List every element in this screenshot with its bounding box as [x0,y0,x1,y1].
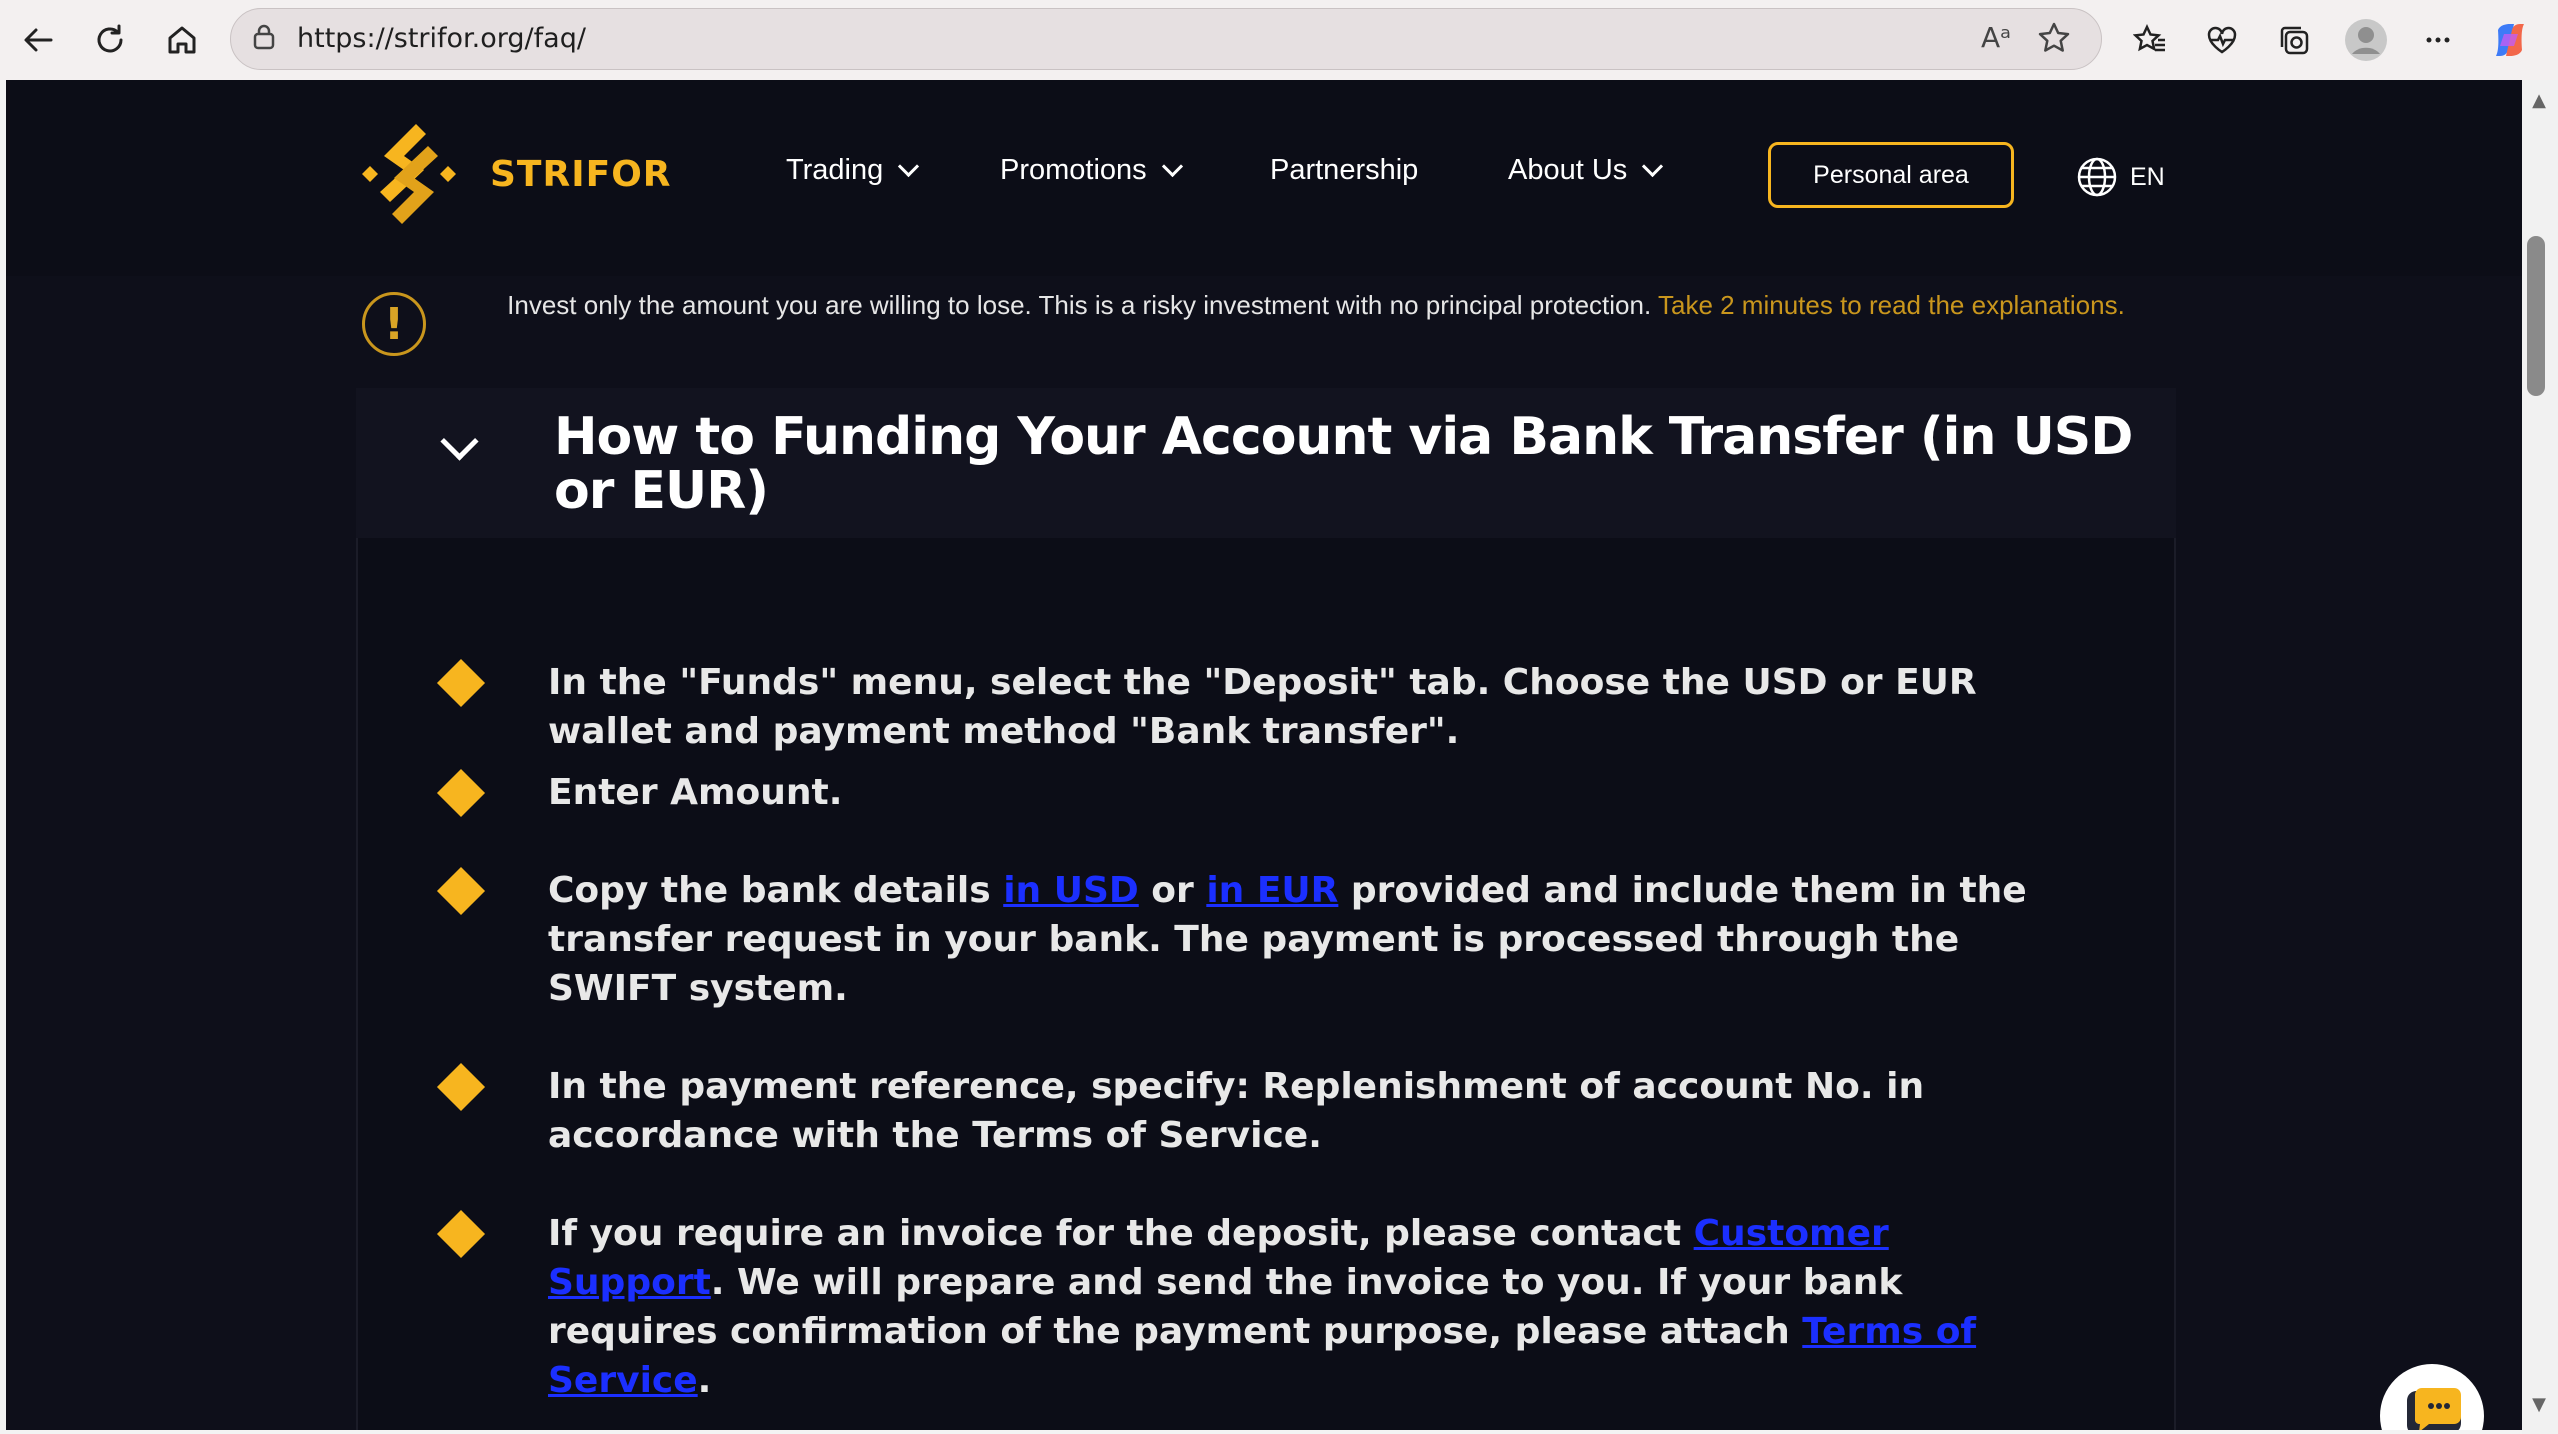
page-viewport: STRIFOR Trading Promotions Partnership A… [6,80,2522,1430]
list-item: In the "Funds" menu, select the "Deposit… [436,658,2068,756]
personal-area-button[interactable]: Personal area [1768,142,2014,208]
chevron-down-icon [898,155,920,178]
menu-trading-label: Trading [786,154,884,186]
bank-details-eur-link[interactable]: in EUR [1206,870,1338,911]
menu-promotions-label: Promotions [1000,154,1147,186]
collections-icon[interactable] [2268,14,2320,66]
chevron-down-icon [1161,155,1183,178]
step-text: In the "Funds" menu, select the "Deposit… [548,662,1977,752]
chat-bubble-icon [2407,1388,2461,1430]
list-item: In the payment reference, specify: Reple… [436,1062,2068,1160]
favorites-icon[interactable] [2124,14,2176,66]
chevron-down-icon [1642,155,1664,178]
menu-promotions[interactable]: Promotions [1000,154,1183,187]
scroll-down-arrow-icon[interactable]: ▼ [2527,1392,2551,1416]
more-options-icon[interactable] [2412,14,2464,66]
site-info-icon[interactable] [249,23,279,57]
profile-avatar-icon[interactable] [2340,14,2392,66]
diamond-bullet-icon [436,658,486,708]
list-item: If you require an invoice for the deposi… [436,1209,2068,1405]
diamond-bullet-icon [436,1209,486,1259]
read-aloud-icon[interactable]: Aᵃ [1981,21,2011,54]
step-text: Copy the bank details [548,870,1004,911]
risk-warning: ! Invest only the amount you are willing… [356,276,2176,368]
step-text: . We will prepare and send the invoice t… [548,1262,1903,1352]
warning-icon: ! [362,292,426,356]
step-text: If you require an invoice for the deposi… [548,1213,1694,1254]
diamond-bullet-icon [436,1062,486,1112]
faq-answer: In the "Funds" menu, select the "Deposit… [356,538,2176,1430]
step-text: . [697,1360,712,1401]
warning-link[interactable]: Take 2 minutes to read the explanations. [1658,290,2125,320]
list-item: Copy the bank details in USD or in EUR p… [436,866,2068,1013]
scroll-up-arrow-icon[interactable]: ▲ [2527,88,2551,112]
faq-question-header[interactable]: How to Funding Your Account via Bank Tra… [356,388,2176,538]
step-text: In the payment reference, specify: Reple… [548,1066,1925,1156]
language-selector[interactable]: EN [2076,156,2165,198]
bank-details-usd-link[interactable]: in USD [1003,870,1139,911]
home-icon[interactable] [156,14,208,66]
chat-button[interactable] [2380,1364,2484,1430]
faq-title: How to Funding Your Account via Bank Tra… [554,407,2133,521]
step-text: or [1138,870,1207,911]
menu-partnership-label: Partnership [1270,154,1419,186]
list-item: Enter Amount. [436,768,2068,818]
menu-about-us[interactable]: About Us [1508,154,1664,187]
strifor-logo-icon [362,124,456,224]
chevron-down-icon[interactable] [440,422,479,461]
menu-trading[interactable]: Trading [786,154,920,187]
menu-about-us-label: About Us [1508,154,1628,186]
back-icon[interactable] [12,14,64,66]
diamond-bullet-icon [436,768,486,818]
favorite-star-icon[interactable] [2037,21,2071,59]
scrollbar-thumb[interactable] [2527,236,2545,396]
globe-icon [2077,157,2117,197]
logo-text: STRIFOR [490,153,672,195]
site-header: STRIFOR Trading Promotions Partnership A… [6,80,2522,276]
health-icon[interactable] [2196,14,2248,66]
step-text: Enter Amount. [548,772,843,813]
diamond-bullet-icon [436,866,486,916]
warning-message: Invest only the amount you are willing t… [507,290,1652,320]
warning-text: Invest only the amount you are willing t… [476,286,2156,325]
language-label: EN [2130,162,2165,191]
refresh-icon[interactable] [84,14,136,66]
url-text: https://strifor.org/faq/ [297,23,586,54]
browser-toolbar: https://strifor.org/faq/ Aᵃ [0,0,2558,80]
menu-partnership[interactable]: Partnership [1270,154,1418,187]
strifor-logo[interactable]: STRIFOR [354,116,672,232]
copilot-icon[interactable] [2484,14,2536,66]
address-bar[interactable]: https://strifor.org/faq/ Aᵃ [230,8,2102,70]
